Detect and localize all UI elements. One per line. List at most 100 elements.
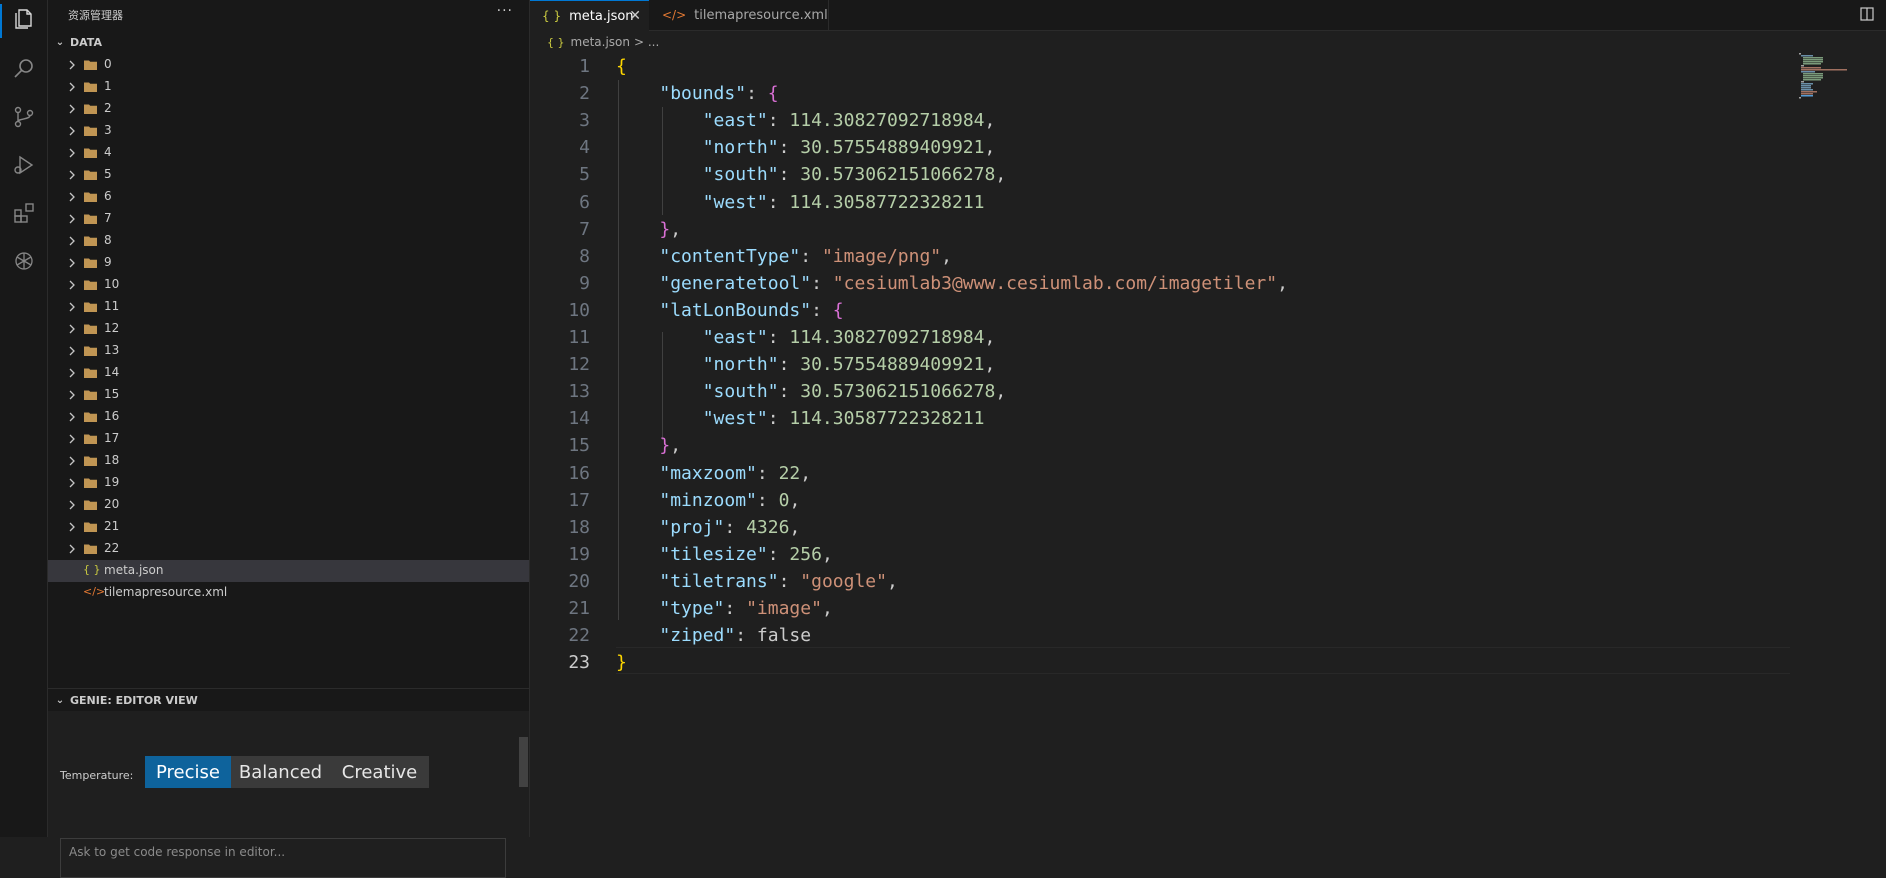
folder-root-header[interactable]: ⌄ DATA [48,31,529,53]
folder-icon [84,279,97,290]
code-line: "proj": 4326, [659,516,801,538]
line-number: 11 [568,327,590,348]
file-label: tilemapresource.xml [104,585,228,599]
folder-icon [84,59,97,70]
folder-item[interactable]: 7 [48,208,529,230]
chevron-right-icon [65,344,79,358]
folder-item[interactable]: 18 [48,450,529,472]
folder-item[interactable]: 6 [48,186,529,208]
line-number: 13 [568,381,590,403]
code-line: "tiletrans": "google", [659,570,898,592]
file-item[interactable]: { } meta.json [48,560,529,582]
folder-label: 2 [104,101,112,115]
explorer-icon[interactable] [11,6,37,32]
chevron-down-icon: ⌄ [55,694,65,706]
folder-icon [84,543,97,554]
line-number: 17 [568,489,590,511]
folder-item[interactable]: 4 [48,142,529,164]
temperature-creative-button[interactable]: Creative [330,756,429,788]
tab-meta-json[interactable]: { } meta.json ✕ [530,0,649,31]
chevron-right-icon [65,476,79,490]
split-editor-icon[interactable] [1860,7,1874,21]
line-number: 10 [568,299,590,321]
minimap[interactable] [1797,53,1877,103]
code-line: { [616,56,627,77]
breadcrumb-rest[interactable]: > ... [634,35,659,49]
folder-item[interactable]: 9 [48,252,529,274]
scrollbar[interactable] [519,737,528,787]
genie-panel: ⌄ GENIE: EDITOR VIEW Temperature: Precis… [48,688,529,878]
more-actions-button[interactable]: ··· [497,3,513,19]
search-icon[interactable] [11,56,37,82]
folder-item[interactable]: 15 [48,384,529,406]
code-line: "west": 114.30587722328211 [702,408,985,430]
folder-label: 13 [104,343,120,357]
folder-label: 6 [104,189,112,203]
folder-label: 11 [104,299,120,313]
line-number: 7 [579,218,590,240]
line-number: 14 [568,408,590,430]
breadcrumb-file[interactable]: meta.json [571,35,630,49]
code-line: "north": 30.57554889409921, [702,354,996,376]
genie-header[interactable]: ⌄ GENIE: EDITOR VIEW [48,689,529,711]
chevron-right-icon [65,234,79,248]
chevron-right-icon [65,454,79,468]
line-number: 12 [568,354,590,376]
json-file-icon: { } [542,9,562,23]
run-debug-icon[interactable] [11,152,37,178]
active-indicator [0,4,2,38]
folder-item[interactable]: 2 [48,98,529,120]
file-item[interactable]: </> tilemapresource.xml [48,582,529,604]
chevron-right-icon [65,432,79,446]
folder-label: 0 [104,57,112,71]
folder-item[interactable]: 17 [48,428,529,450]
folder-item[interactable]: 21 [48,516,529,538]
folder-item[interactable]: 14 [48,362,529,384]
code-line: }, [659,218,682,240]
extensions-icon[interactable] [11,200,37,226]
source-control-icon[interactable] [11,104,37,130]
close-icon[interactable]: ✕ [629,8,641,24]
temperature-precise-button[interactable]: Precise [145,756,231,788]
chevron-right-icon [65,278,79,292]
folder-item[interactable]: 13 [48,340,529,362]
chevron-right-icon [65,58,79,72]
folder-item[interactable]: 1 [48,76,529,98]
code-line: }, [659,435,682,457]
current-line-highlight [616,647,1790,674]
folder-item[interactable]: 8 [48,230,529,252]
chevron-right-icon [65,256,79,270]
folder-item[interactable]: 3 [48,120,529,142]
folder-icon [84,389,97,400]
sidebar-title: 资源管理器 [68,9,123,22]
folder-icon [84,433,97,444]
line-number: 9 [579,272,590,294]
folder-item[interactable]: 20 [48,494,529,516]
code-line: "contentType": "image/png", [659,245,952,267]
chevron-right-icon [65,542,79,556]
code-line: "maxzoom": 22, [659,462,812,484]
folder-label: 12 [104,321,120,335]
folder-label: 17 [104,431,120,445]
folder-label: 19 [104,475,120,489]
folder-icon [84,411,97,422]
code-editor[interactable]: 1 {2 "bounds": {3 "east": 114.30827092718… [530,53,1886,837]
folder-item[interactable]: 16 [48,406,529,428]
folder-item[interactable]: 0 [48,54,529,76]
folder-item[interactable]: 19 [48,472,529,494]
folder-icon [84,477,97,488]
folder-item[interactable]: 12 [48,318,529,340]
folder-item[interactable]: 11 [48,296,529,318]
tab-tilemapresource-xml[interactable]: </> tilemapresource.xml [650,0,829,30]
temperature-balanced-button[interactable]: Balanced [231,756,330,788]
folder-label: 1 [104,79,112,93]
folder-icon [84,103,97,114]
folder-label: 18 [104,453,120,467]
folder-item[interactable]: 22 [48,538,529,560]
folder-item[interactable]: 5 [48,164,529,186]
openai-icon[interactable] [11,248,37,274]
folder-label: 8 [104,233,112,247]
ask-input[interactable]: Ask to get code response in editor... [60,838,506,878]
folder-label: 10 [104,277,120,291]
folder-item[interactable]: 10 [48,274,529,296]
